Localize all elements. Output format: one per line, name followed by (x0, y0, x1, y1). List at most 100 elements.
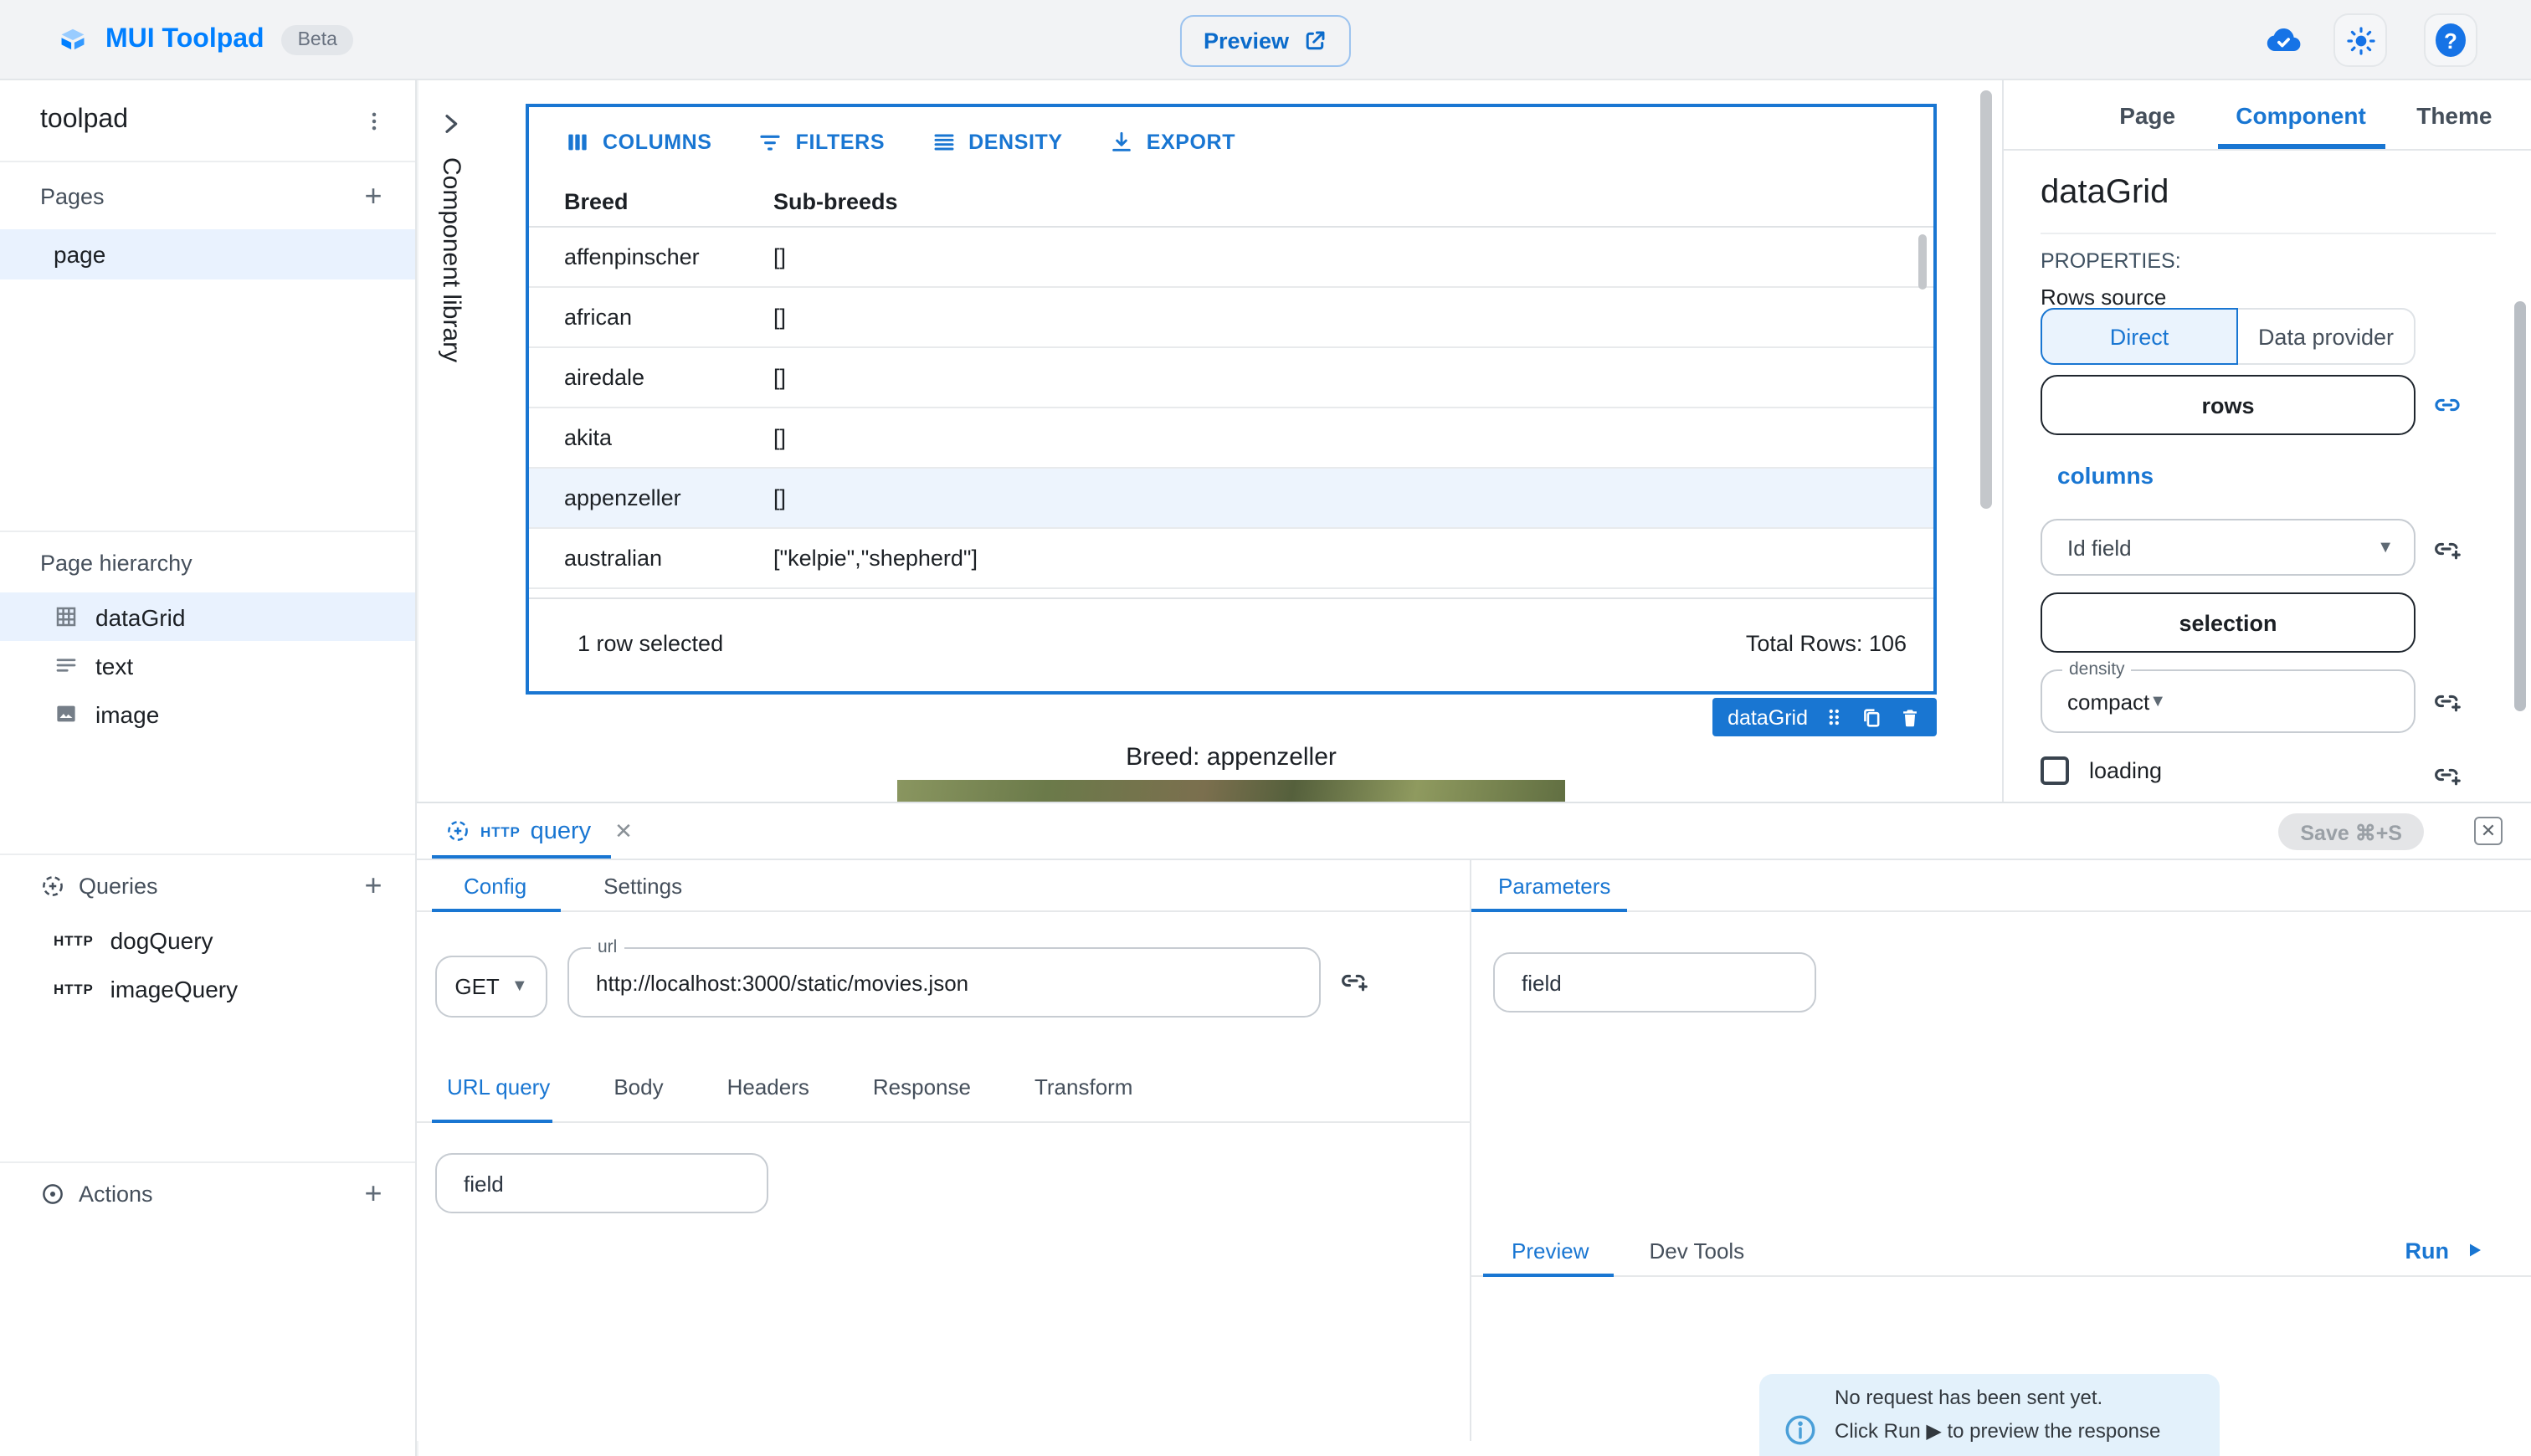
tab-url-query[interactable]: URL query (447, 1074, 550, 1100)
active-tab-underline (1483, 1273, 1614, 1277)
rows-source-direct-button[interactable]: Direct (2041, 308, 2238, 365)
tab-theme[interactable]: Theme (2378, 80, 2531, 149)
preview-button[interactable]: Preview (1180, 15, 1351, 67)
text-component[interactable]: Breed: appenzeller (526, 743, 1937, 772)
tab-preview[interactable]: Preview (1512, 1238, 1589, 1263)
http-badge: HTTP (54, 931, 94, 948)
hierarchy-item-text[interactable]: text (0, 641, 415, 690)
loading-checkbox[interactable] (2041, 756, 2069, 785)
export-button[interactable]: EXPORT (1108, 129, 1235, 156)
duplicate-icon[interactable] (1860, 705, 1883, 729)
queries-icon (40, 873, 65, 898)
brand: MUI Toolpad Beta (57, 0, 354, 80)
divider (2041, 233, 2496, 234)
help-icon: ? (2436, 23, 2466, 57)
rows-binding-link-icon[interactable] (2432, 390, 2462, 420)
grid-icon (54, 604, 79, 629)
tab-headers[interactable]: Headers (727, 1074, 809, 1100)
tab-page[interactable]: Page (2071, 80, 2224, 149)
http-method-select[interactable]: GET ▼ (435, 956, 547, 1018)
query-tab[interactable]: HTTP query ✕ (417, 818, 633, 844)
density-button[interactable]: DENSITY (930, 129, 1063, 156)
tab-component[interactable]: Component (2224, 80, 2377, 149)
drag-handle-icon[interactable] (1823, 706, 1845, 728)
datagrid-component[interactable]: COLUMNS FILTERS DENSITY EXPORT Breed Sub… (526, 104, 1937, 695)
tab-settings[interactable]: Settings (603, 873, 682, 898)
column-header-subbreeds[interactable]: Sub-breeds (773, 189, 1933, 214)
properties-label: PROPERTIES: (2041, 249, 2181, 273)
no-request-info-banner: No request has been sent yet. Click Run … (1759, 1374, 2220, 1456)
parameter-field-input[interactable]: field (1493, 952, 1816, 1013)
url-binding-addlink-icon[interactable] (1339, 966, 1369, 996)
table-row[interactable]: australian ["kelpie","shepherd"] (529, 529, 1933, 589)
hierarchy-section-title: Page hierarchy (40, 550, 193, 575)
close-tab-icon[interactable]: ✕ (614, 818, 633, 844)
tab-response[interactable]: Response (873, 1074, 971, 1100)
rows-source-dataprovider-button[interactable]: Data provider (2238, 308, 2415, 365)
add-page-button[interactable]: + (355, 177, 392, 214)
close-panel-icon[interactable]: ✕ (2474, 817, 2503, 845)
columns-icon (564, 129, 591, 156)
image-icon (54, 701, 79, 726)
inspector-scrollbar[interactable] (2514, 301, 2526, 711)
run-button[interactable]: Run (2405, 1238, 2485, 1263)
datagrid-scrollbar[interactable] (1918, 234, 1927, 290)
add-query-button[interactable]: + (355, 867, 392, 904)
filters-button[interactable]: FILTERS (757, 129, 886, 156)
tab-transform[interactable]: Transform (1034, 1074, 1133, 1100)
active-tab-underline (432, 908, 561, 912)
text-icon (54, 653, 79, 678)
canvas-scrollbar[interactable] (1980, 90, 1992, 509)
help-button[interactable]: ? (2424, 13, 2477, 67)
theme-mode-button[interactable] (2333, 13, 2387, 67)
table-row[interactable]: african [] (529, 288, 1933, 348)
info-line-1: No request has been sent yet. (1835, 1385, 2102, 1408)
tab-dev-tools[interactable]: Dev Tools (1650, 1238, 1745, 1263)
tab-parameters[interactable]: Parameters (1498, 873, 1610, 898)
delete-icon[interactable] (1898, 705, 1922, 729)
hierarchy-item-image[interactable]: image (0, 690, 415, 738)
density-binding-addlink-icon[interactable] (2432, 686, 2462, 716)
download-icon (1108, 129, 1135, 156)
table-row[interactable]: airedale [] (529, 348, 1933, 408)
table-row-selected[interactable]: appenzeller [] (529, 469, 1933, 529)
density-select[interactable]: density compact ▼ (2041, 669, 2415, 733)
tab-body[interactable]: Body (613, 1074, 663, 1100)
datagrid-toolbar: COLUMNS FILTERS DENSITY EXPORT (529, 107, 1933, 177)
sidebar-item-page[interactable]: page (0, 229, 415, 279)
project-menu-kebab-icon[interactable] (355, 102, 392, 139)
chevron-down-icon: ▼ (2149, 692, 2166, 710)
component-library-label: Component library (437, 157, 465, 362)
total-rows-count: Total Rows: 106 (1746, 631, 1907, 656)
idfield-binding-addlink-icon[interactable] (2432, 534, 2462, 564)
actions-section-title: Actions (79, 1181, 153, 1206)
column-header-breed[interactable]: Breed (529, 189, 773, 214)
active-tab-underline (432, 1119, 552, 1123)
add-action-button[interactable]: + (355, 1175, 392, 1212)
play-icon (2464, 1240, 2484, 1260)
tab-config[interactable]: Config (464, 873, 526, 898)
rows-property-button[interactable]: rows (2041, 375, 2415, 435)
left-sidebar: toolpad Pages + page Page hierarchy data… (0, 80, 417, 1456)
columns-button[interactable]: COLUMNS (564, 129, 712, 156)
columns-property-link[interactable]: columns (2057, 462, 2154, 489)
table-row[interactable]: affenpinscher [] (529, 228, 1933, 288)
url-input[interactable]: url http://localhost:3000/static/movies.… (567, 947, 1321, 1018)
selection-property-button[interactable]: selection (2041, 592, 2415, 653)
info-icon (1783, 1412, 1818, 1448)
table-row[interactable]: akita [] (529, 408, 1933, 469)
query-item-imagequery[interactable]: HTTP imageQuery (0, 964, 415, 1013)
selected-component-chip[interactable]: dataGrid (1712, 698, 1937, 736)
save-button[interactable]: Save ⌘+S (2278, 813, 2424, 850)
query-item-dogquery[interactable]: HTTP dogQuery (0, 915, 415, 964)
datagrid-footer: 1 row selected Total Rows: 106 (529, 597, 1933, 688)
loading-binding-addlink-icon[interactable] (2432, 760, 2462, 790)
hierarchy-item-datagrid[interactable]: dataGrid (0, 592, 415, 641)
app-window: MUI Toolpad Beta Preview ? toolpad (0, 0, 2531, 1456)
info-line-2: Click Run ▶ to preview the response here… (1835, 1418, 2160, 1456)
expand-library-chevron-icon[interactable] (437, 110, 464, 137)
id-field-select[interactable]: Id field ▼ (2041, 519, 2415, 576)
query-icon (445, 818, 470, 843)
url-query-field-input[interactable]: field (435, 1153, 768, 1213)
query-config-section: Config Settings GET ▼ url http://localho… (417, 860, 1471, 1441)
